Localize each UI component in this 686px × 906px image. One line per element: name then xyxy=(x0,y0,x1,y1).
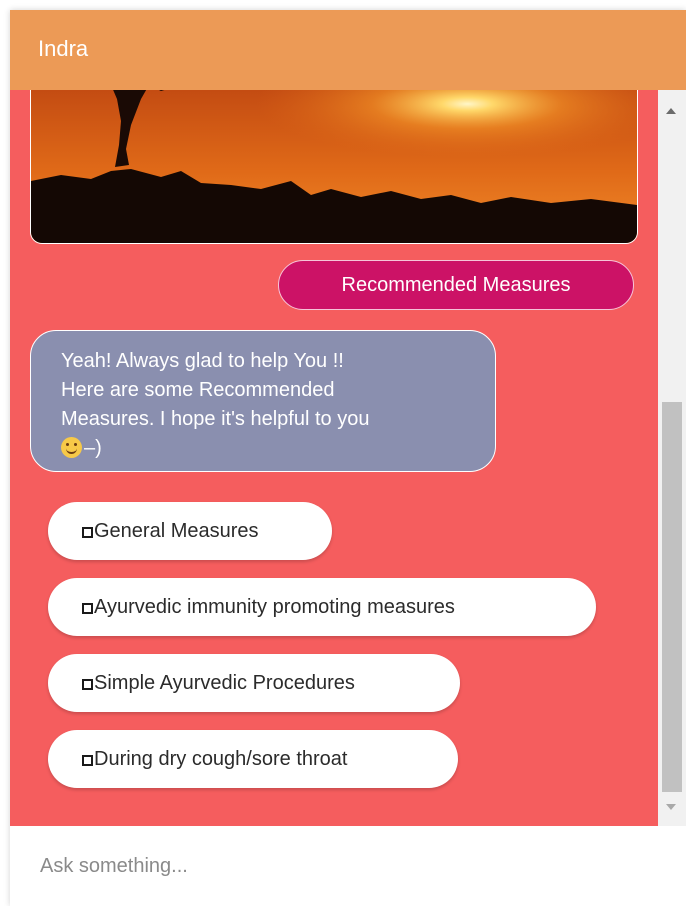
bot-message-line: Measures. I hope it's helpful to you xyxy=(61,408,370,430)
bot-message-line: –) xyxy=(61,434,465,463)
option-simple-ayurvedic-procedures[interactable]: Simple Ayurvedic Procedures xyxy=(48,654,460,712)
sunset-image xyxy=(30,90,638,244)
option-dry-cough-sore-throat[interactable]: During dry cough/sore throat xyxy=(48,730,458,788)
sunset-illustration xyxy=(31,90,637,243)
square-bullet-icon xyxy=(82,754,93,766)
option-general-measures[interactable]: General Measures xyxy=(48,502,332,560)
chat-widget: Indra Recommended Measures Yeah! Always … xyxy=(10,10,686,906)
option-label: General Measures xyxy=(94,519,259,542)
chat-scrollbar[interactable] xyxy=(658,90,686,826)
message-input[interactable] xyxy=(10,826,650,906)
message-input-bar xyxy=(10,826,686,906)
user-message-bubble: Recommended Measures xyxy=(278,260,634,310)
option-label: Ayurvedic immunity promoting measures xyxy=(94,595,455,618)
scrollbar-thumb[interactable] xyxy=(662,402,682,792)
bot-message-line: Here are some Recommended xyxy=(61,379,335,401)
scroll-down-arrow-icon[interactable] xyxy=(666,804,676,810)
square-bullet-icon xyxy=(82,602,93,614)
option-label: Simple Ayurvedic Procedures xyxy=(94,671,355,694)
message-list[interactable]: Recommended Measures Yeah! Always glad t… xyxy=(10,90,658,826)
bot-message-tail: –) xyxy=(84,437,102,459)
option-ayurvedic-immunity[interactable]: Ayurvedic immunity promoting measures xyxy=(48,578,596,636)
smiley-icon xyxy=(61,437,82,458)
chat-header: Indra xyxy=(10,10,686,90)
square-bullet-icon xyxy=(82,678,93,690)
scroll-up-arrow-icon[interactable] xyxy=(666,108,676,114)
chat-title: Indra xyxy=(38,36,89,61)
bot-message-line: Yeah! Always glad to help You !! xyxy=(61,350,344,372)
option-label: During dry cough/sore throat xyxy=(94,747,348,770)
square-bullet-icon xyxy=(82,526,93,538)
bot-message-bubble: Yeah! Always glad to help You !! Here ar… xyxy=(30,330,496,472)
